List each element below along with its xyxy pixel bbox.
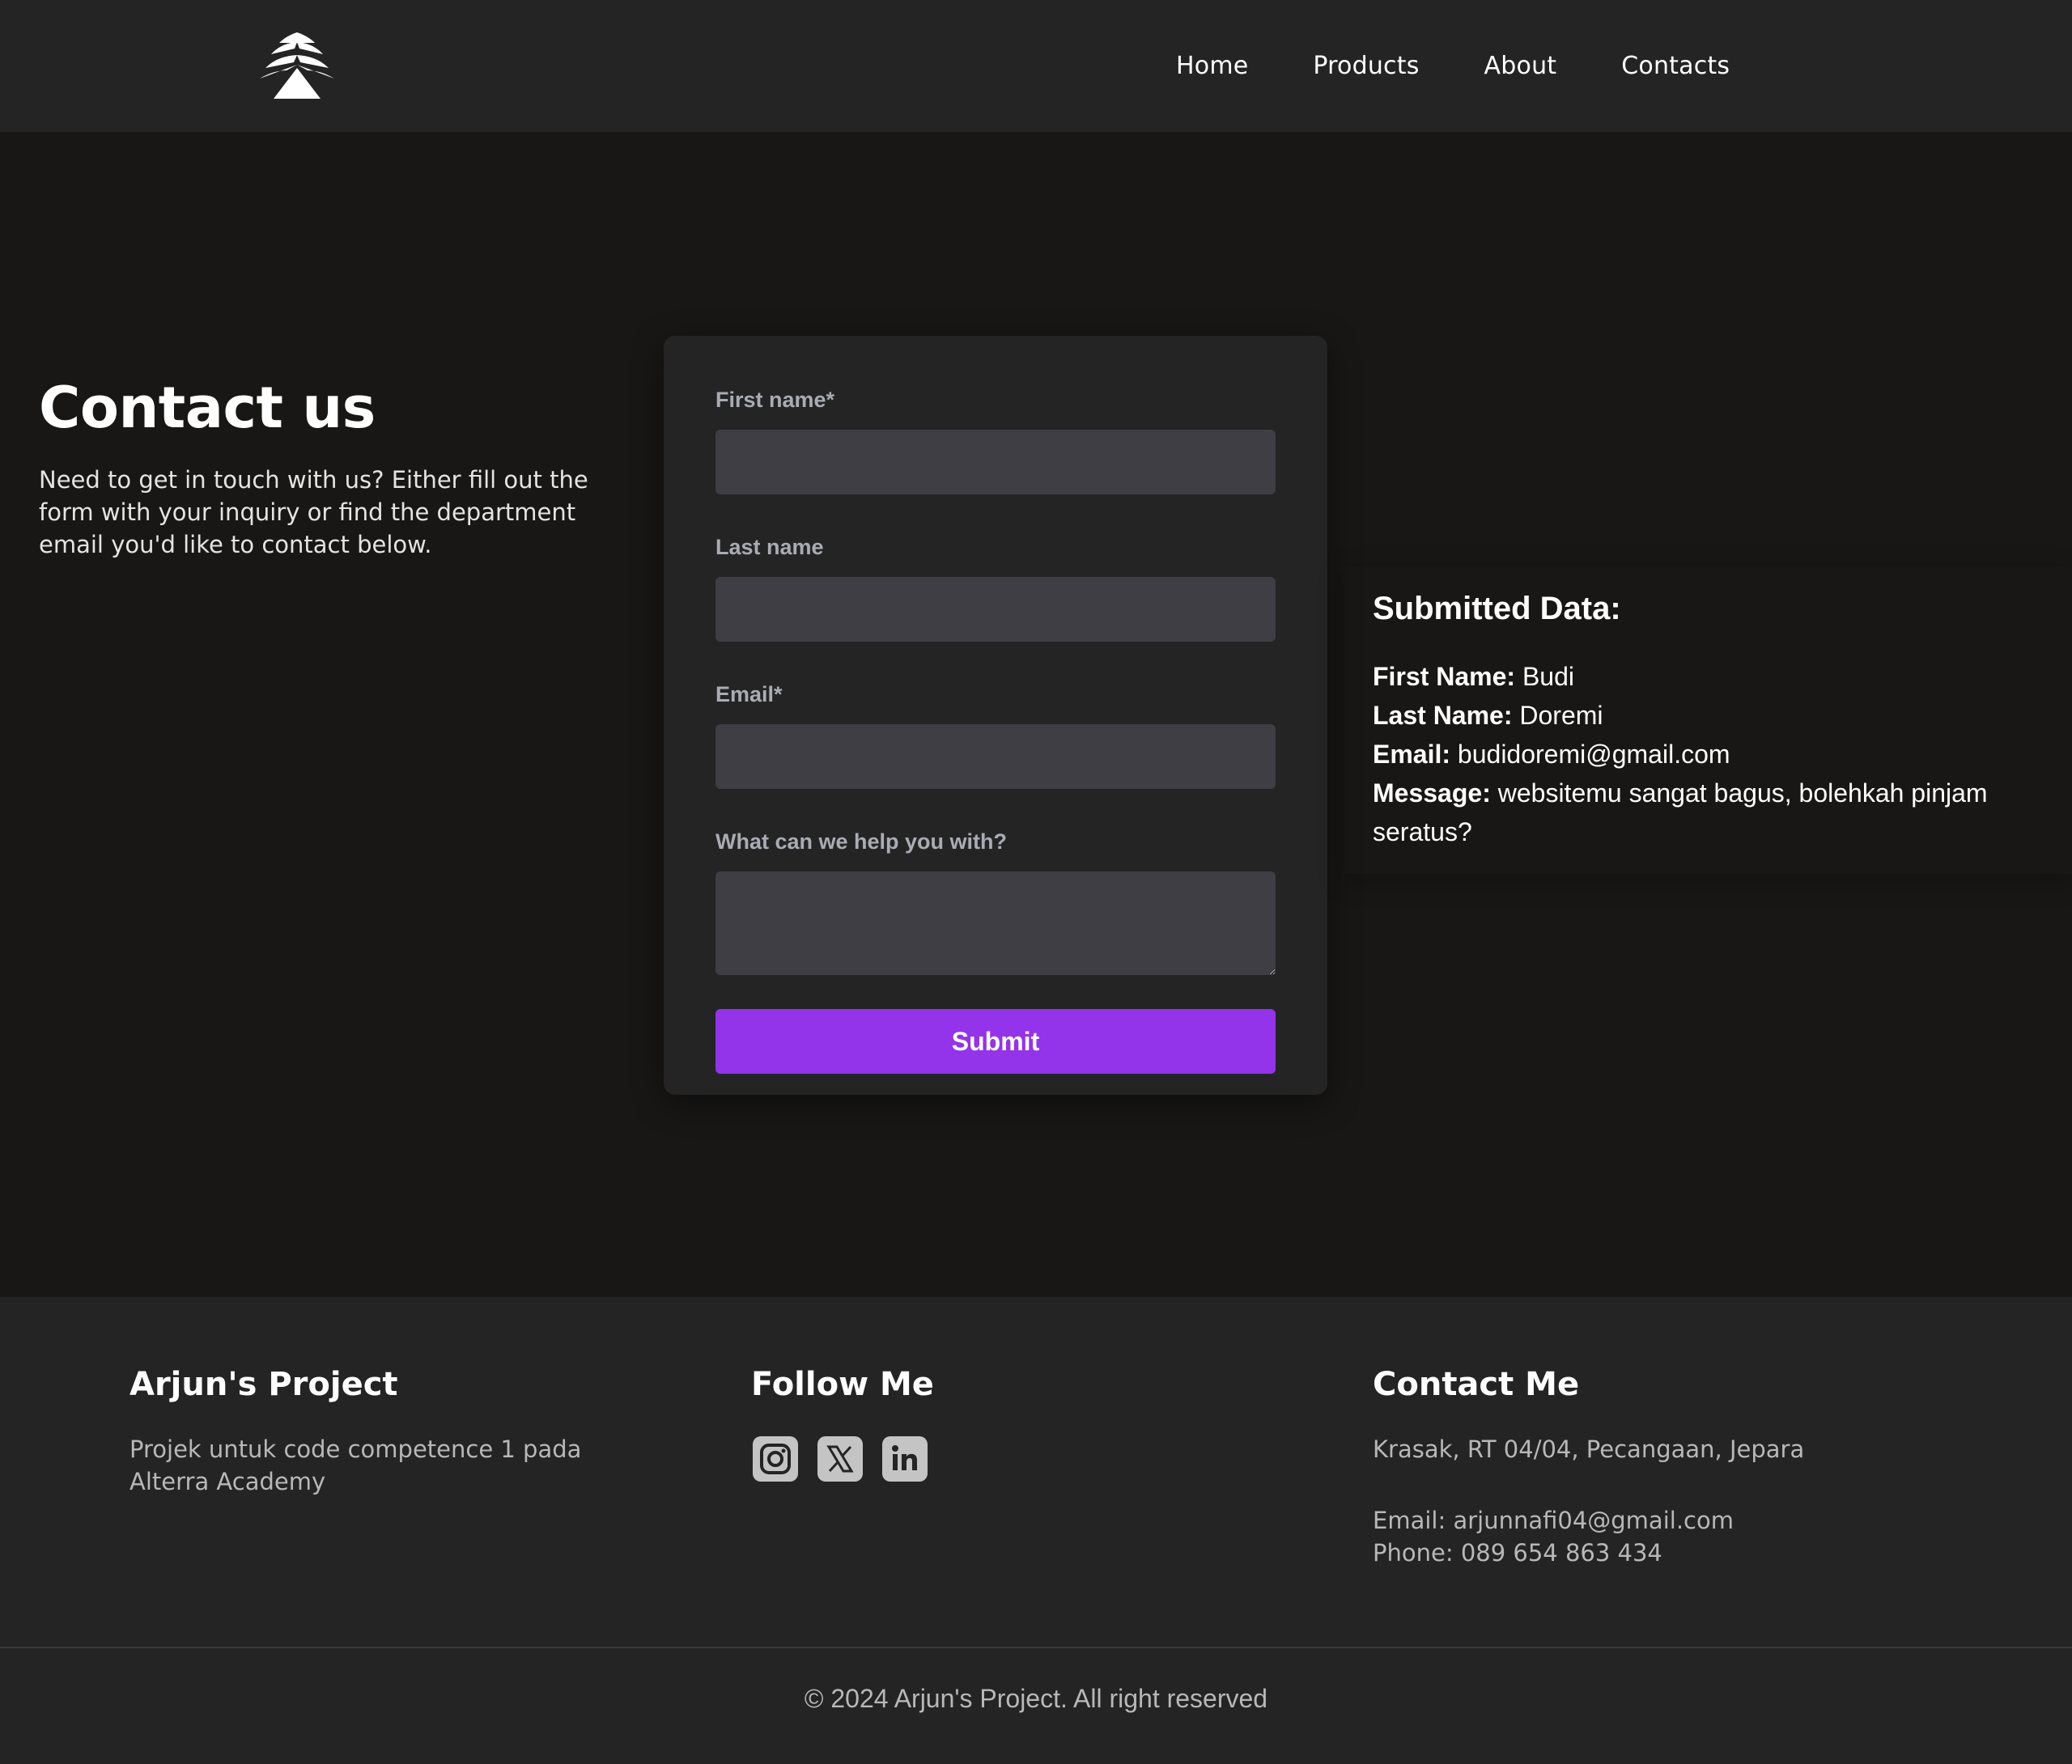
nav-contacts[interactable]: Contacts (1621, 52, 1730, 80)
email-input[interactable] (715, 724, 1276, 789)
submitted-message-key: Message: (1373, 778, 1491, 808)
submitted-first-name-key: First Name: (1373, 662, 1516, 691)
last-name-group: Last name (715, 533, 1276, 642)
submitted-email-value: budidoremi@gmail.com (1457, 740, 1730, 769)
submitted-email: Email: budidoremi@gmail.com (1373, 735, 2036, 774)
footer-brand: Arjun's Project Projek untuk code compet… (130, 1365, 615, 1498)
footer-follow-title: Follow Me (751, 1366, 934, 1403)
first-name-group: First name* (715, 386, 1276, 494)
footer-divider (0, 1647, 2072, 1648)
nav-products[interactable]: Products (1313, 52, 1419, 80)
footer-phone: Phone: 089 654 863 434 (1373, 1539, 1662, 1567)
submitted-last-name: Last Name: Doremi (1373, 696, 2036, 735)
message-label: What can we help you with? (715, 829, 1008, 854)
message-textarea[interactable] (715, 871, 1276, 975)
last-name-input[interactable] (715, 577, 1276, 642)
submitted-last-name-value: Doremi (1519, 701, 1603, 730)
submit-button[interactable]: Submit (715, 1009, 1276, 1074)
footer-brand-text: Projek untuk code competence 1 pada Alte… (130, 1435, 582, 1495)
footer-email: Email: arjunnafi04@gmail.com (1373, 1507, 1734, 1534)
submitted-first-name: First Name: Budi (1373, 657, 2036, 696)
footer-address: Krasak, RT 04/04, Pecangaan, Jepara (1373, 1435, 1805, 1463)
submitted-email-key: Email: (1373, 740, 1451, 769)
x-twitter-icon[interactable] (817, 1436, 863, 1482)
nav-about[interactable]: About (1484, 52, 1557, 80)
message-group: What can we help you with? (715, 828, 1276, 975)
submitted-message: Message: websitemu sangat bagus, bolehka… (1373, 774, 2036, 851)
submitted-title: Submitted Data: (1373, 591, 1621, 626)
site-footer: Arjun's Project Projek untuk code compet… (0, 1297, 2072, 1764)
submitted-rows: First Name: Budi Last Name: Doremi Email… (1373, 657, 2036, 851)
submitted-first-name-value: Budi (1522, 662, 1574, 691)
footer-follow: Follow Me (751, 1365, 1156, 1482)
linkedin-icon[interactable] (882, 1436, 928, 1482)
site-header: Home Products About Contacts (0, 0, 2072, 132)
first-name-input[interactable] (715, 430, 1276, 494)
page-title: Contact us (39, 375, 376, 441)
email-group: Email* (715, 681, 1276, 789)
email-label: Email* (715, 682, 783, 706)
footer-contact: Contact Me Krasak, RT 04/04, Pecangaan, … (1373, 1365, 2020, 1569)
last-name-label: Last name (715, 535, 824, 559)
submitted-data-panel: Submitted Data: First Name: Budi Last Na… (1344, 566, 2072, 874)
contact-form: First name* Last name Email* What can we… (664, 336, 1327, 1095)
first-name-label: First name* (715, 388, 835, 412)
pine-tree-icon[interactable] (257, 32, 337, 99)
intro-text: Need to get in touch with us? Either fil… (39, 466, 588, 558)
footer-brand-title: Arjun's Project (130, 1366, 398, 1403)
social-links (753, 1436, 1156, 1482)
footer-contact-title: Contact Me (1373, 1366, 1580, 1403)
main-nav: Home Products About Contacts (1176, 0, 1730, 132)
nav-home[interactable]: Home (1176, 52, 1248, 80)
contact-intro: Contact us Need to get in touch with us?… (39, 377, 622, 561)
submitted-last-name-key: Last Name: (1373, 701, 1513, 730)
instagram-icon[interactable] (753, 1436, 798, 1482)
copyright-text: © 2024 Arjun's Project. All right reserv… (804, 1684, 1268, 1713)
